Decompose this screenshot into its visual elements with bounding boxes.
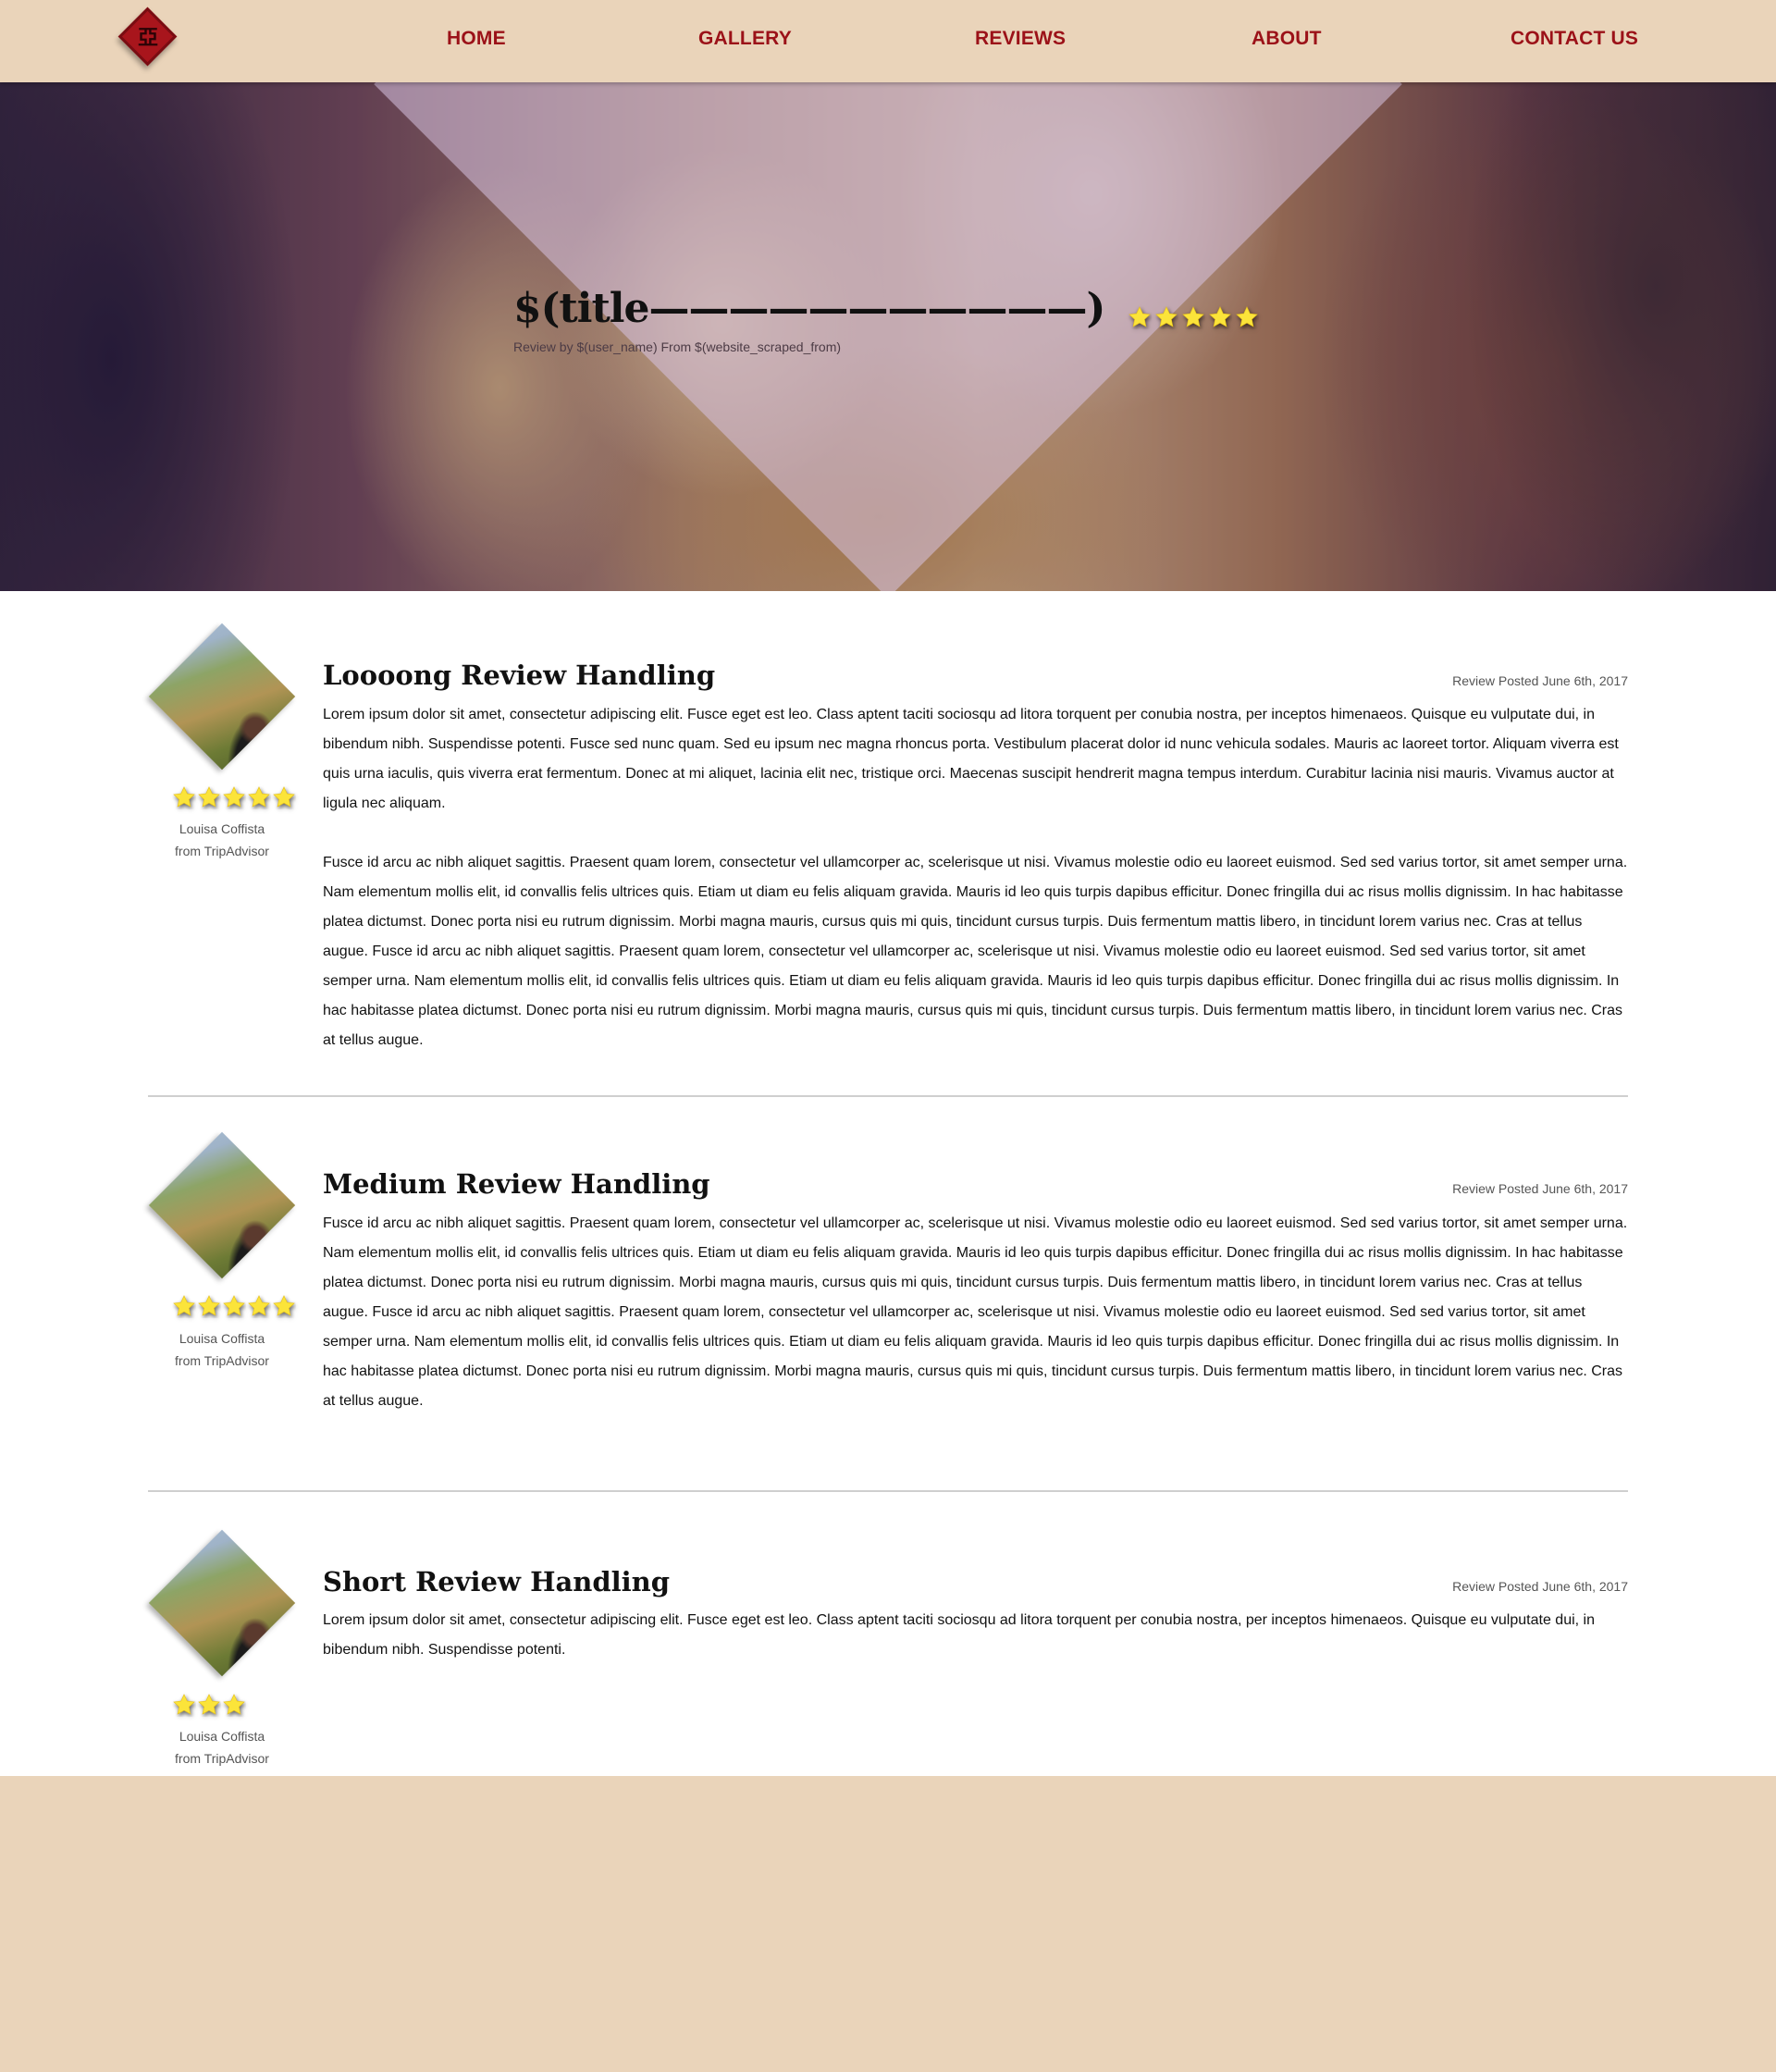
review-source: from TripAdvisor <box>175 1751 269 1766</box>
star-icon <box>197 1693 221 1717</box>
star-icon <box>197 785 221 809</box>
reviewer-name: Louisa Coffista <box>179 821 265 836</box>
star-icon <box>172 1693 196 1717</box>
top-nav: 亞 HOME GALLERY REVIEWS ABOUT CONTACT US <box>0 0 1776 82</box>
star-icon <box>1154 305 1178 329</box>
reviews-section: Louisa Coffista from TripAdvisor Loooong… <box>0 591 1776 1776</box>
review-title: Medium Review Handling <box>323 1168 710 1200</box>
hero-title: $(title———————————) <box>513 285 1105 332</box>
star-icon <box>272 785 296 809</box>
star-icon <box>172 785 196 809</box>
star-icon <box>247 785 271 809</box>
star-icon <box>1208 305 1232 329</box>
review-divider <box>148 1095 1628 1097</box>
star-icon <box>247 1294 271 1318</box>
review-body: Lorem ipsum dolor sit amet, consectetur … <box>323 1606 1629 1665</box>
review-body: Lorem ipsum dolor sit amet, consectetur … <box>323 700 1629 1055</box>
star-icon <box>222 1294 246 1318</box>
hero-diamond-overlay <box>273 82 1503 591</box>
star-icon <box>222 1693 246 1717</box>
review-rating <box>172 1294 296 1318</box>
review-source: from TripAdvisor <box>175 1353 269 1368</box>
nav-home-link[interactable]: HOME <box>447 28 506 50</box>
reviewer-avatar <box>148 1131 296 1279</box>
review-rating <box>172 785 296 809</box>
nav-contact-link[interactable]: CONTACT US <box>1511 28 1638 50</box>
review-paragraph: Lorem ipsum dolor sit amet, consectetur … <box>323 707 1619 811</box>
review-rating <box>172 1693 246 1717</box>
star-icon <box>222 785 246 809</box>
star-icon <box>272 1294 296 1318</box>
review-paragraph: Lorem ipsum dolor sit amet, consectetur … <box>323 1612 1595 1658</box>
review-date: Review Posted June 6th, 2017 <box>1452 673 1628 688</box>
review-date: Review Posted June 6th, 2017 <box>1452 1579 1628 1594</box>
reviewer-name: Louisa Coffista <box>179 1331 265 1346</box>
logo-glyph: 亞 <box>137 27 158 50</box>
review-body: Fusce id arcu ac nibh aliquet sagittis. … <box>323 1209 1629 1416</box>
review-divider <box>148 1490 1628 1492</box>
reviewer-avatar <box>148 1529 296 1677</box>
hero-subtitle: Review by $(user_name) From $(website_sc… <box>513 339 842 354</box>
reviewer-name: Louisa Coffista <box>179 1729 265 1744</box>
nav-gallery-link[interactable]: GALLERY <box>698 28 792 50</box>
reviewer-avatar <box>148 623 296 771</box>
review-paragraph: Fusce id arcu ac nibh aliquet sagittis. … <box>323 1215 1628 1409</box>
review-date: Review Posted June 6th, 2017 <box>1452 1181 1628 1196</box>
review-source: from TripAdvisor <box>175 844 269 858</box>
star-icon <box>1128 305 1152 329</box>
review-title: Short Review Handling <box>323 1566 671 1597</box>
nav-about-link[interactable]: ABOUT <box>1252 28 1322 50</box>
star-icon <box>1235 305 1259 329</box>
nav-reviews-link[interactable]: REVIEWS <box>975 28 1066 50</box>
hero-rating <box>1128 305 1259 329</box>
star-icon <box>172 1294 196 1318</box>
review-paragraph: Fusce id arcu ac nibh aliquet sagittis. … <box>323 855 1628 1048</box>
star-icon <box>1181 305 1205 329</box>
review-title: Loooong Review Handling <box>323 660 716 691</box>
star-icon <box>197 1294 221 1318</box>
